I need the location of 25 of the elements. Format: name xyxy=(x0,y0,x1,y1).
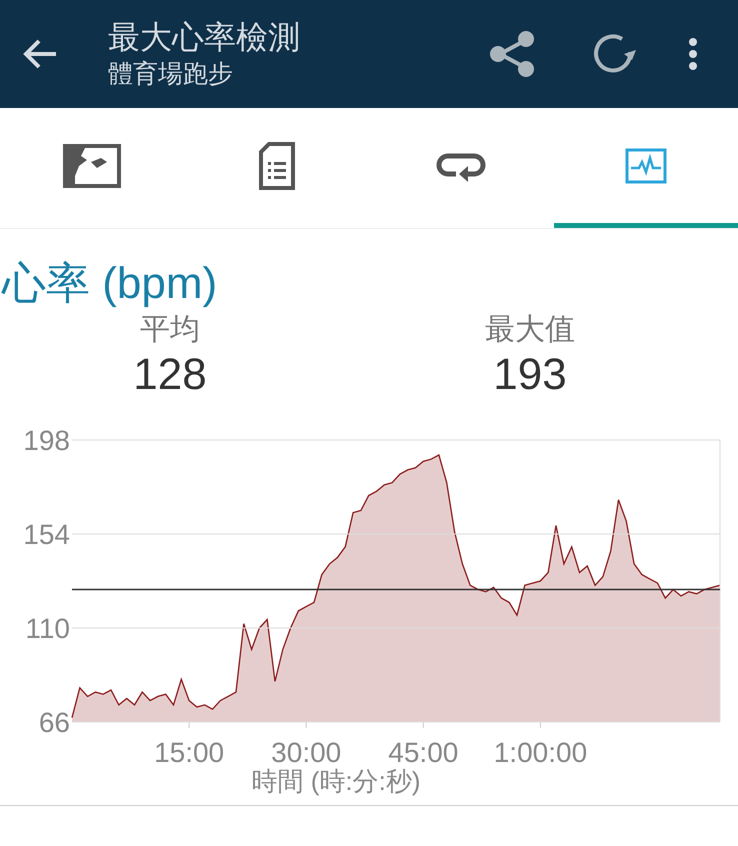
axis-label: 110 xyxy=(25,613,70,644)
stat-label: 平均 xyxy=(140,312,200,348)
document-icon xyxy=(258,142,295,190)
section-title: 心率 (bpm) xyxy=(2,258,218,310)
axis-label: 15:00 xyxy=(154,737,224,768)
stat-value: 128 xyxy=(133,349,207,401)
heart-rate-monitor-icon xyxy=(624,148,667,184)
back-button[interactable] xyxy=(22,38,58,70)
axis-title: 時間 (時:分:秒) xyxy=(252,766,420,796)
stat-label: 最大值 xyxy=(485,312,575,348)
axis-label: 198 xyxy=(23,425,70,456)
back-arrow-icon xyxy=(22,38,58,70)
stat-value: 193 xyxy=(493,349,567,401)
axis-label: 30:00 xyxy=(271,737,342,768)
share-icon xyxy=(488,29,536,79)
axis-label: 45:00 xyxy=(388,737,458,768)
axis-label: 66 xyxy=(38,707,70,738)
more-icon xyxy=(688,37,698,71)
axis-label: 154 xyxy=(23,519,70,550)
more-button[interactable] xyxy=(688,37,698,71)
screen-subtitle: 體育場跑步 xyxy=(108,59,234,90)
map-icon xyxy=(63,144,122,188)
axis-label: 1:00:00 xyxy=(494,737,588,768)
share-button[interactable] xyxy=(488,29,536,79)
screen-title: 最大心率檢測 xyxy=(108,18,301,57)
